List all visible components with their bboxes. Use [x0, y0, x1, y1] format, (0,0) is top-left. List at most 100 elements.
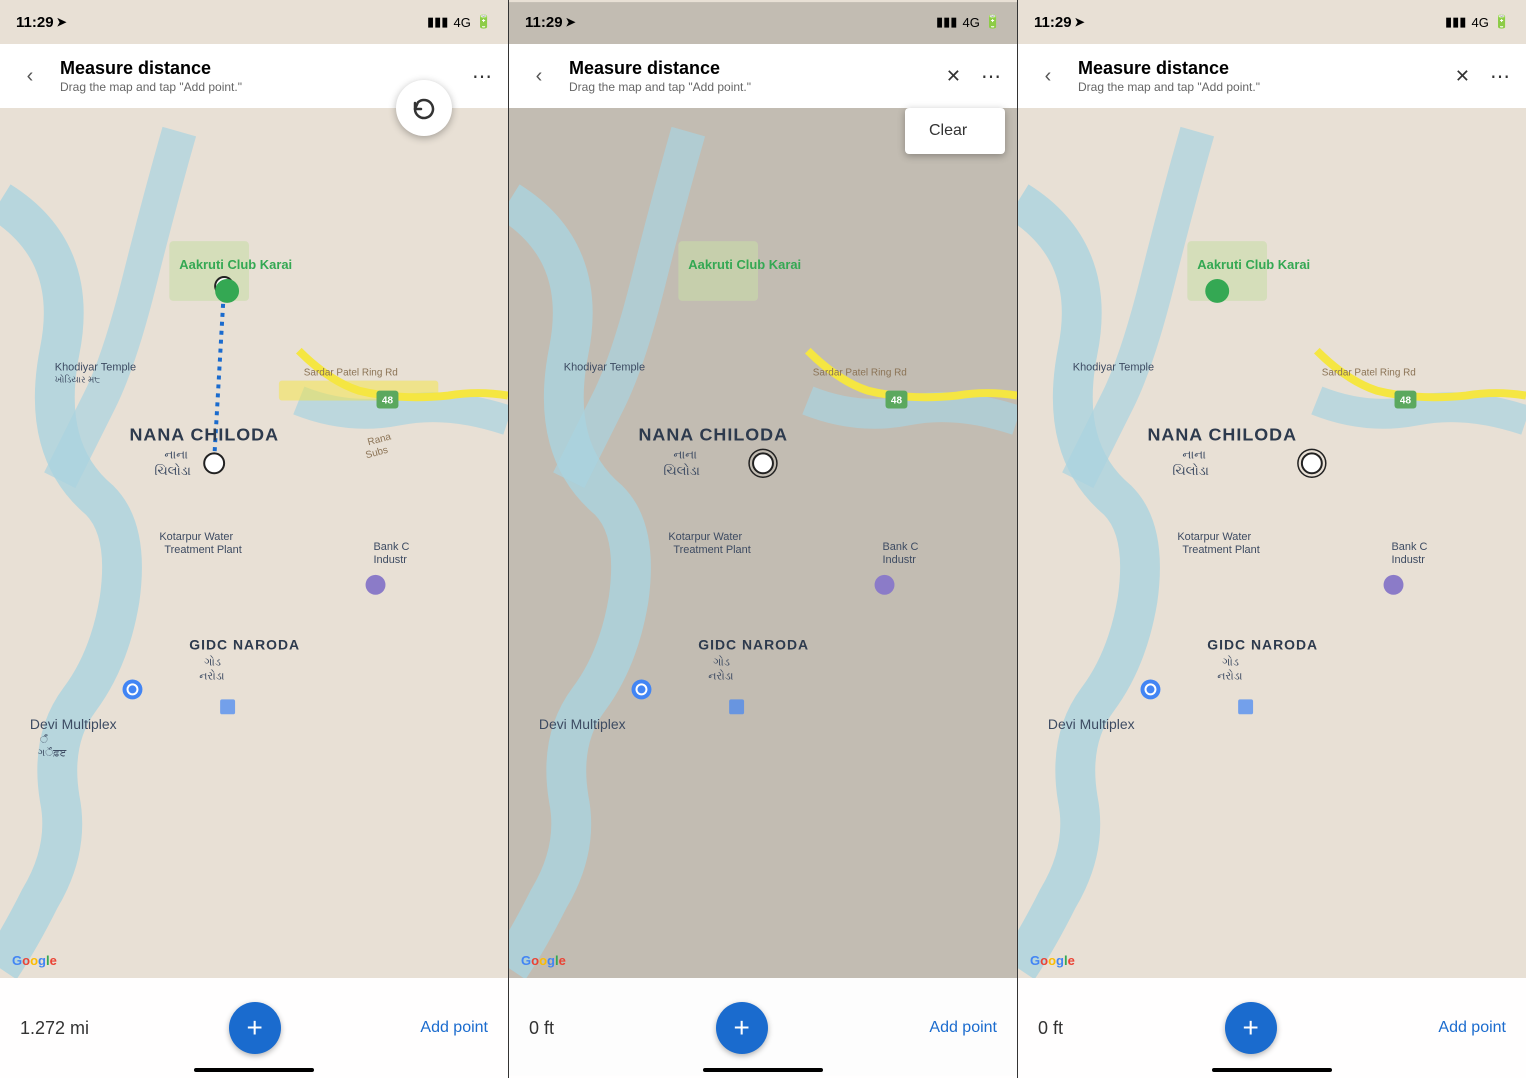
more-options-button-3[interactable]: ⋯: [1486, 60, 1514, 93]
svg-text:ગોડ: ગોડ: [204, 656, 221, 669]
status-icons-2: ▮▮▮ 4G 🔋: [936, 14, 1001, 30]
svg-text:48: 48: [1400, 396, 1412, 407]
signal-icon-1: ▮▮▮: [427, 14, 448, 30]
svg-text:Khodiyar Temple: Khodiyar Temple: [564, 362, 645, 374]
distance-display-3: 0 ft: [1038, 1018, 1063, 1039]
svg-text:Devi Multiplex: Devi Multiplex: [539, 716, 626, 732]
close-button-2[interactable]: ✕: [942, 62, 965, 91]
svg-text:Kotarpur Water: Kotarpur Water: [668, 531, 742, 543]
battery-icon-3: 🔋: [1494, 14, 1510, 30]
phone-panel-1: Aakruti Club Karai Khodiyar Temple ખોડિય…: [0, 0, 509, 1078]
clear-menu-item[interactable]: Clear: [905, 108, 1005, 154]
svg-text:નાના: નાના: [164, 447, 188, 461]
page-title-1: Measure distance: [60, 58, 456, 79]
add-point-link-2[interactable]: Add point: [929, 1019, 997, 1037]
svg-text:Sardar Patel Ring Rd: Sardar Patel Ring Rd: [1322, 368, 1416, 379]
svg-text:Sardar Patel Ring Rd: Sardar Patel Ring Rd: [813, 368, 907, 379]
header-bar-1: ‹ Measure distance Drag the map and tap …: [0, 44, 508, 108]
svg-text:48: 48: [891, 396, 903, 407]
svg-text:ગોડ: ગોડ: [713, 656, 730, 669]
bottom-bar-2: 0 ft + Add point: [509, 978, 1017, 1078]
status-icons-3: ▮▮▮ 4G 🔋: [1445, 14, 1510, 30]
svg-text:Aakruti Club Karai: Aakruti Club Karai: [688, 257, 801, 272]
bottom-bar-1: 1.272 mi + Add point: [0, 978, 508, 1078]
add-point-fab-3[interactable]: +: [1225, 1002, 1277, 1054]
header-title-block-3: Measure distance Drag the map and tap "A…: [1078, 58, 1439, 94]
svg-text:Treatment Plant: Treatment Plant: [1182, 544, 1259, 556]
location-icon-1: ➤: [57, 15, 67, 29]
svg-text:નાના: નાના: [673, 447, 697, 461]
google-logo-2: Google: [521, 953, 566, 968]
back-button-1[interactable]: ‹: [12, 58, 48, 94]
svg-text:ચિલોડા: ચિલોડા: [1172, 463, 1209, 478]
more-options-button-2[interactable]: ⋯: [977, 60, 1005, 93]
header-title-block-2: Measure distance Drag the map and tap "A…: [569, 58, 930, 94]
svg-text:Treatment Plant: Treatment Plant: [673, 544, 750, 556]
map-background-2: Aakruti Club Karai Khodiyar Temple NANA …: [509, 0, 1017, 1078]
svg-text:Aakruti Club Karai: Aakruti Club Karai: [1197, 257, 1310, 272]
battery-icon-2: 🔋: [985, 14, 1001, 30]
signal-icon-2: ▮▮▮: [936, 14, 957, 30]
svg-text:Aakruti Club Karai: Aakruti Club Karai: [179, 257, 292, 272]
home-indicator-3: [1212, 1068, 1332, 1072]
header-title-block-1: Measure distance Drag the map and tap "A…: [60, 58, 456, 94]
google-logo-3: Google: [1030, 953, 1075, 968]
svg-text:ગોડ: ગોડ: [1222, 656, 1239, 669]
svg-text:NANA CHILODA: NANA CHILODA: [638, 424, 788, 444]
map-background-1: Aakruti Club Karai Khodiyar Temple ખોડિય…: [0, 0, 508, 1078]
svg-text:નાના: નાના: [1182, 447, 1206, 461]
status-icons-1: ▮▮▮ 4G 🔋: [427, 14, 492, 30]
svg-text:Khodiyar Temple: Khodiyar Temple: [1073, 362, 1154, 374]
back-button-3[interactable]: ‹: [1030, 58, 1066, 94]
status-bar-3: 11:29 ➤ ▮▮▮ 4G 🔋: [1018, 0, 1526, 44]
svg-text:Devi Multiplex: Devi Multiplex: [1048, 716, 1135, 732]
status-time-2: 11:29 ➤: [525, 14, 576, 31]
svg-text:NANA CHILODA: NANA CHILODA: [1147, 424, 1297, 444]
svg-text:GIDC NARODA: GIDC NARODA: [189, 637, 300, 653]
svg-text:Industr: Industr: [1392, 554, 1426, 566]
status-time-3: 11:29 ➤: [1034, 14, 1085, 31]
svg-text:Treatment Plant: Treatment Plant: [164, 544, 241, 556]
svg-text:ખોડિયાર મ੅੮: ખોડિયાર મ੅੮: [55, 374, 100, 385]
svg-text:NANA CHILODA: NANA CHILODA: [129, 424, 279, 444]
signal-icon-3: ▮▮▮: [1445, 14, 1466, 30]
header-bar-2: ‹ Measure distance Drag the map and tap …: [509, 44, 1017, 108]
svg-text:੼ੱੰ: ੼ੱੰ: [40, 734, 48, 746]
page-subtitle-3: Drag the map and tap "Add point.": [1078, 80, 1439, 94]
close-button-3[interactable]: ✕: [1451, 62, 1474, 91]
svg-text:Devi Multiplex: Devi Multiplex: [30, 716, 117, 732]
svg-text:Industr: Industr: [374, 554, 408, 566]
add-point-link-3[interactable]: Add point: [1438, 1019, 1506, 1037]
phone-panel-2: Aakruti Club Karai Khodiyar Temple NANA …: [509, 0, 1018, 1078]
svg-text:Khodiyar Temple: Khodiyar Temple: [55, 362, 136, 374]
svg-text:ચિલોડા: ચિલોડા: [154, 463, 191, 478]
back-button-2[interactable]: ‹: [521, 58, 557, 94]
svg-text:GIDC NARODA: GIDC NARODA: [1207, 637, 1318, 653]
add-point-fab-2[interactable]: +: [716, 1002, 768, 1054]
status-bar-1: 11:29 ➤ ▮▮▮ 4G 🔋: [0, 0, 508, 44]
svg-text:Sardar Patel Ring Rd: Sardar Patel Ring Rd: [304, 368, 398, 379]
page-title-3: Measure distance: [1078, 58, 1439, 79]
distance-display-2: 0 ft: [529, 1018, 554, 1039]
location-icon-3: ➤: [1075, 15, 1085, 29]
google-logo-1: Google: [12, 953, 57, 968]
map-background-3: Aakruti Club Karai Khodiyar Temple NANA …: [1018, 0, 1526, 1078]
svg-text:Bank C: Bank C: [1392, 541, 1428, 553]
distance-display-1: 1.272 mi: [20, 1018, 89, 1039]
svg-text:ગ੷੸ੌਫ਼੡ੲ: ગ੷੸ੌਫ਼੡ੲ: [38, 747, 67, 759]
svg-text:Kotarpur Water: Kotarpur Water: [1177, 531, 1251, 543]
add-point-fab-1[interactable]: +: [229, 1002, 281, 1054]
add-point-link-1[interactable]: Add point: [420, 1019, 488, 1037]
svg-text:નરોડા: નરોડા: [708, 669, 734, 682]
svg-text:Bank C: Bank C: [374, 541, 410, 553]
page-subtitle-2: Drag the map and tap "Add point.": [569, 80, 930, 94]
more-options-button-1[interactable]: ⋯: [468, 60, 496, 93]
page-subtitle-1: Drag the map and tap "Add point.": [60, 80, 456, 94]
home-indicator-1: [194, 1068, 314, 1072]
undo-button-1[interactable]: [396, 80, 452, 136]
location-icon-2: ➤: [566, 15, 576, 29]
phone-panel-3: Aakruti Club Karai Khodiyar Temple NANA …: [1018, 0, 1526, 1078]
battery-icon-1: 🔋: [476, 14, 492, 30]
svg-text:નરોડા: નરોડા: [1217, 669, 1243, 682]
status-time-1: 11:29 ➤: [16, 14, 67, 31]
